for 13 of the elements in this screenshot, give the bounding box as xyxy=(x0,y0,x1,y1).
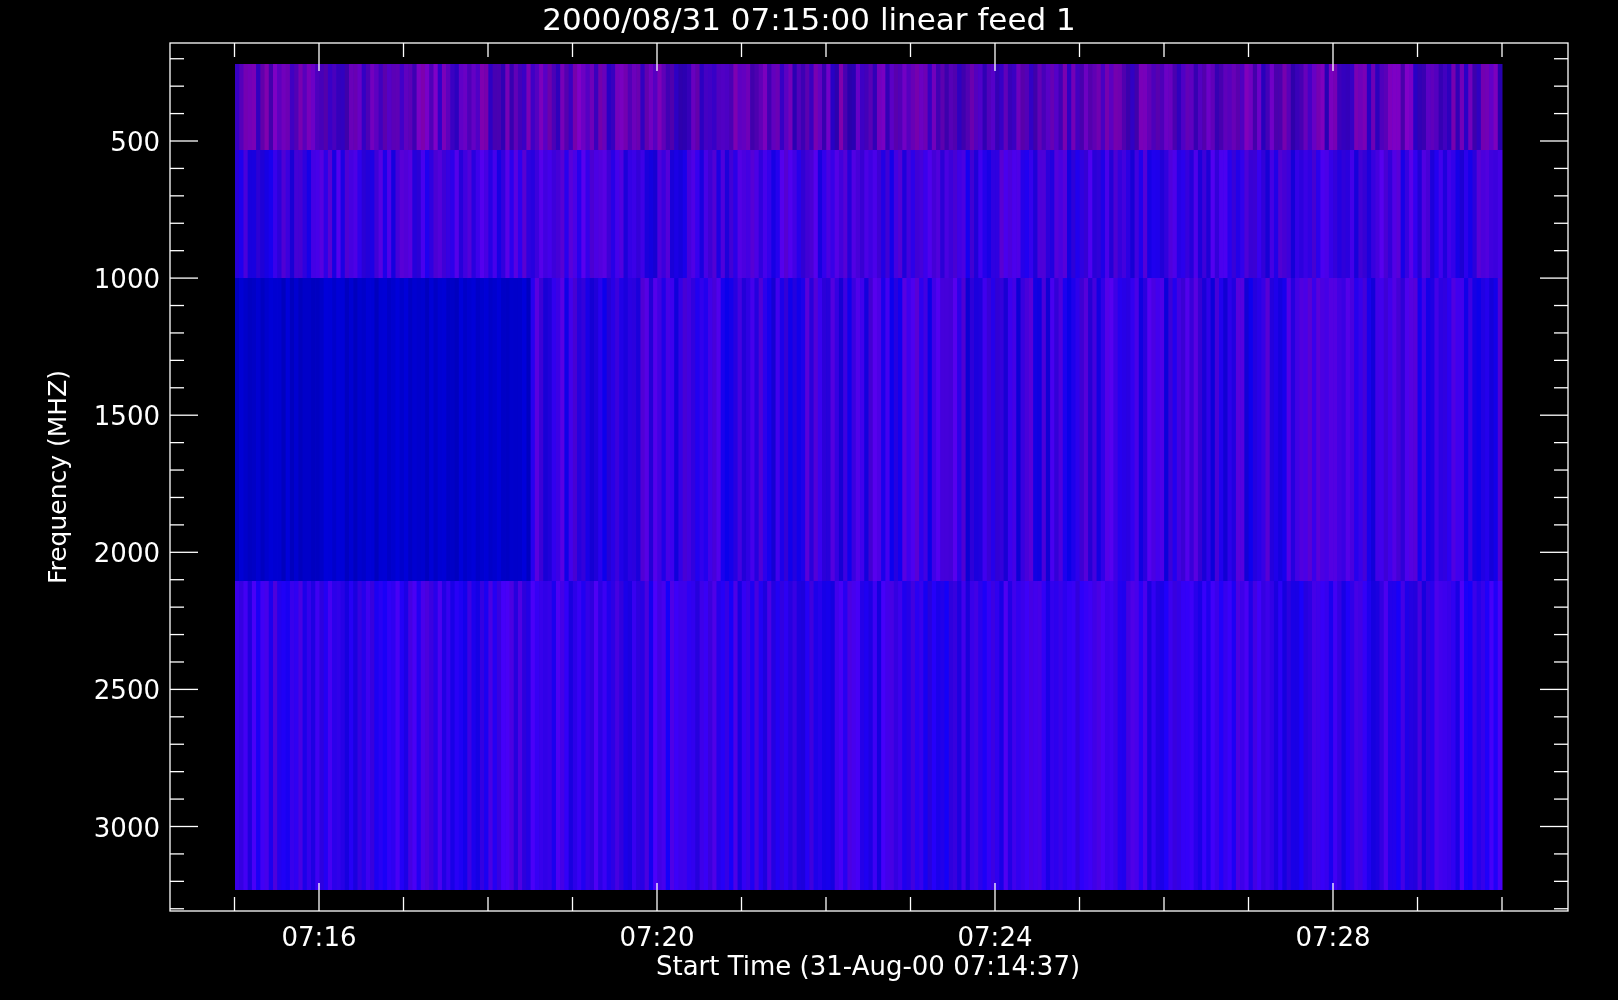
x-tick-label: 07:28 xyxy=(1295,922,1371,952)
y-tick-label: 3000 xyxy=(93,812,160,843)
x-tick-label: 07:24 xyxy=(957,922,1033,952)
y-tick-label: 1500 xyxy=(93,401,160,432)
y-tick-label: 2500 xyxy=(93,675,160,706)
plot-title: 2000/08/31 07:15:00 linear feed 1 xyxy=(542,1,1076,37)
x-tick-label: 07:20 xyxy=(619,922,695,952)
y-tick-label: 1000 xyxy=(93,264,160,295)
y-axis-label: Frequency (MHZ) xyxy=(43,369,72,585)
x-axis-label: Start Time (31-Aug-00 07:14:37) xyxy=(655,951,1081,981)
y-tick-label: 500 xyxy=(110,127,160,157)
x-tick-label: 07:16 xyxy=(281,922,357,952)
y-tick-label: 2000 xyxy=(93,538,160,569)
